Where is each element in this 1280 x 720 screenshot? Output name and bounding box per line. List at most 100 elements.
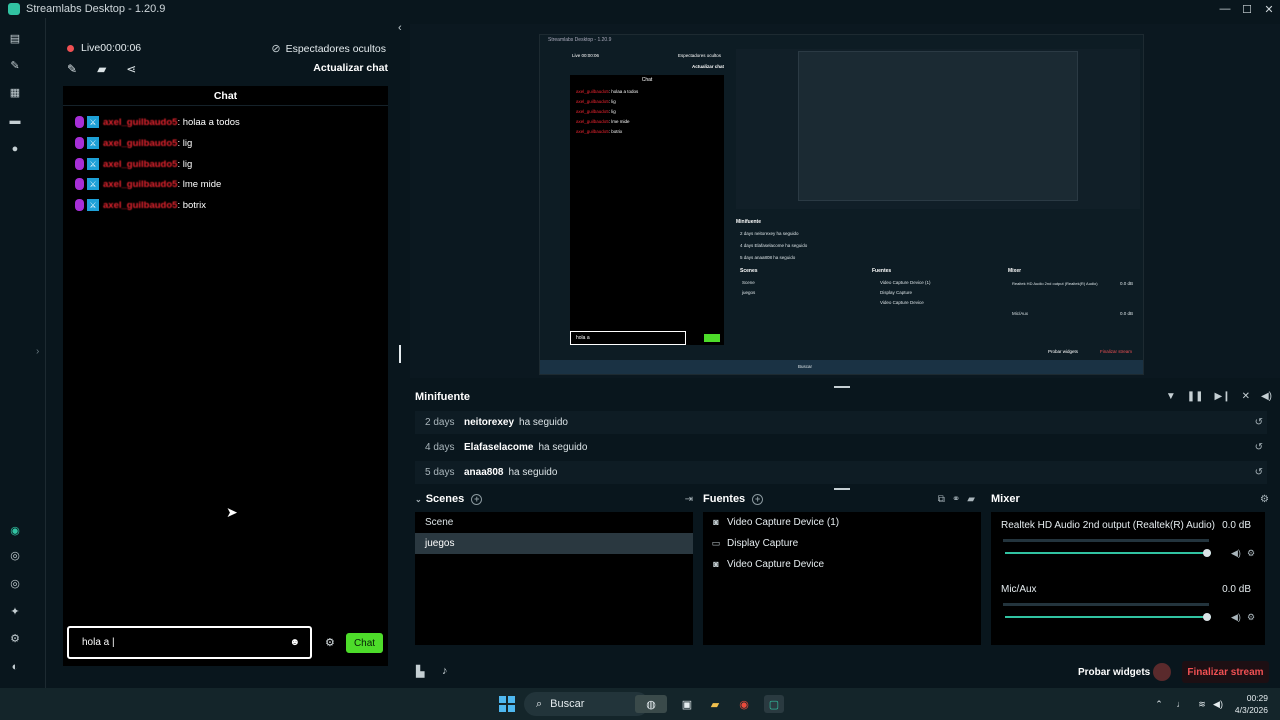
record-button[interactable]	[1153, 663, 1171, 681]
expand-chevron-icon[interactable]: ›	[36, 346, 39, 357]
speaker-icon[interactable]: ◀)	[1231, 548, 1241, 559]
event-action: ha seguido	[508, 467, 558, 478]
minifuente-title: Minifuente	[415, 391, 470, 403]
live-timer: 00:00:06	[100, 42, 142, 54]
chat-username[interactable]: axel_guilbaudo5	[103, 179, 177, 190]
themes-icon[interactable]: ✎	[9, 59, 21, 72]
skip-icon[interactable]: ▶❙	[1215, 391, 1231, 402]
collapse-chevron-icon[interactable]: ‹	[398, 22, 402, 34]
viewers-toggle[interactable]: ⊘ Espectadores ocultos	[271, 42, 386, 56]
source-item[interactable]: ◙ Video Capture Device	[703, 554, 981, 575]
store-icon[interactable]: ▦	[9, 86, 21, 99]
scene-item[interactable]: Scene	[415, 512, 693, 533]
stats-icon[interactable]: ▙	[416, 665, 424, 678]
tray-chevron-icon[interactable]: ⌃	[1153, 695, 1165, 713]
title-bar: Streamlabs Desktop - 1.20.9 — ☐ ✕	[0, 0, 1280, 18]
source-label: Video Capture Device	[727, 559, 825, 570]
mini-message: axel_guilbaudo5: lme mide	[576, 119, 630, 124]
widgets-icon[interactable]: ◍	[635, 695, 667, 713]
chrome-icon[interactable]: ◉	[735, 695, 753, 713]
volume-slider-knob[interactable]	[1203, 549, 1211, 557]
taskbar-search-label: Buscar	[550, 698, 585, 710]
volume-slider[interactable]	[1005, 616, 1211, 618]
volume-slider[interactable]	[1005, 552, 1211, 554]
volume-icon[interactable]: ◀)	[1261, 391, 1272, 402]
chat-send-button[interactable]: Chat	[346, 633, 383, 653]
media-icon[interactable]: ▬	[9, 115, 21, 127]
chat-settings-gear-icon[interactable]: ⚙	[325, 636, 335, 649]
editor-icon[interactable]: ▤	[9, 32, 21, 45]
microphone-icon[interactable]: ♩	[1175, 695, 1187, 713]
dashboard-icon[interactable]: ◉	[9, 524, 21, 537]
mixer-settings-icon[interactable]: ⚙	[1260, 494, 1269, 505]
panel-resize-handle[interactable]	[399, 345, 401, 363]
cloudbot-icon[interactable]: ◎	[9, 577, 21, 590]
highlighter-icon[interactable]: ✦	[9, 605, 21, 618]
chat-username[interactable]: axel_guilbaudo5	[103, 200, 177, 211]
scene-item[interactable]: juegos	[415, 533, 693, 554]
mini-mix-channel: Realtek HD Audio 2nd output (Realtek(R) …	[1012, 281, 1098, 286]
source-item[interactable]: ◙ Video Capture Device (1)	[703, 512, 981, 533]
start-button[interactable]	[499, 695, 515, 713]
source-item[interactable]: ▭ Display Capture	[703, 533, 981, 554]
mixer-dock: Mixer ⚙ Realtek HD Audio 2nd output (Rea…	[991, 490, 1273, 645]
mini-nested-preview	[798, 51, 1078, 201]
mini-event: 4 days Elafaselacome ha seguido	[740, 243, 808, 248]
edit-icon[interactable]: ✎	[67, 62, 77, 76]
streamlabs-taskbar-icon[interactable]: ▢	[764, 695, 784, 713]
taskbar-search[interactable]: ⌕ Buscar	[524, 692, 649, 716]
volume-tray-icon[interactable]: ◀)	[1212, 695, 1224, 713]
settings-icon[interactable]: ⚙	[9, 632, 21, 645]
notifications-bell-icon[interactable]: ♪	[442, 665, 448, 677]
live-dot-icon	[67, 44, 74, 52]
repeat-alert-icon[interactable]: ↺	[1255, 417, 1263, 428]
source-filter-icon[interactable]: ⚭	[952, 494, 960, 505]
source-layer-icon[interactable]: ⧉	[938, 494, 945, 505]
emoji-icon[interactable]: ☻	[289, 637, 300, 648]
pause-icon[interactable]: ❚❚	[1187, 391, 1204, 402]
test-widgets-button[interactable]: Probar widgets	[1078, 667, 1150, 678]
wifi-icon[interactable]: ≋	[1196, 695, 1208, 713]
collapse-arrow-icon[interactable]: ⌄	[415, 495, 422, 504]
refresh-chat-button[interactable]: Actualizar chat	[313, 62, 388, 74]
windows-taskbar: ⌕ Buscar ◍ ▣ ▰ ◉ ▢ ⌃ ♩ ≋ ◀) 00:29 4/3/20…	[0, 688, 1280, 720]
file-explorer-icon[interactable]: ▰	[706, 695, 724, 713]
record-icon[interactable]: ●	[9, 143, 21, 155]
mini-username: axel_guilbaudo5	[576, 109, 609, 114]
scene-transitions-icon[interactable]: ⇥	[685, 494, 693, 505]
event-user: anaa808	[464, 467, 504, 478]
repeat-alert-icon[interactable]: ↺	[1255, 467, 1263, 478]
source-label: Display Capture	[727, 538, 799, 549]
prime-icon[interactable]: ◎	[9, 549, 21, 562]
task-view-icon[interactable]: ▣	[678, 695, 696, 713]
add-source-icon[interactable]: +	[752, 493, 764, 505]
mod-badge-icon: ⚔	[87, 137, 99, 149]
end-stream-button[interactable]: Finalizar stream	[1182, 661, 1269, 683]
chat-input[interactable]: hola a | ☻	[67, 626, 312, 659]
speaker-icon[interactable]: ◀)	[1231, 612, 1241, 623]
event-row: 2 days neitorexey ha seguido ↺	[415, 411, 1267, 434]
repeat-alert-icon[interactable]: ↺	[1255, 442, 1263, 453]
channel-settings-icon[interactable]: ⚙	[1247, 548, 1255, 559]
chat-username[interactable]: axel_guilbaudo5	[103, 138, 177, 149]
mini-event: 5 days anaa808 ha seguido	[740, 255, 796, 260]
chat-username[interactable]: axel_guilbaudo5	[103, 117, 177, 128]
share-icon[interactable]: ⋖	[126, 62, 136, 76]
folder-icon[interactable]: ▰	[97, 62, 106, 76]
taskbar-clock[interactable]: 00:29 4/3/2026	[1235, 692, 1268, 716]
mini-message: axel_guilbaudo5: lig	[576, 99, 616, 104]
window-controls: — ☐ ✕	[1214, 0, 1280, 18]
channel-settings-icon[interactable]: ⚙	[1247, 612, 1255, 623]
maximize-button[interactable]: ☐	[1236, 0, 1258, 18]
mute-alerts-icon[interactable]: ✕	[1242, 391, 1250, 402]
close-button[interactable]: ✕	[1258, 0, 1280, 18]
source-folder-icon[interactable]: ▰	[967, 494, 975, 505]
mini-message-text: : lig	[608, 109, 616, 114]
volume-slider-knob[interactable]	[1203, 613, 1211, 621]
minimize-button[interactable]: —	[1214, 0, 1236, 18]
profile-icon[interactable]: ◐	[9, 661, 21, 673]
mixer-header: Mixer	[991, 493, 1020, 505]
filter-icon[interactable]: ▼	[1166, 391, 1176, 402]
add-scene-icon[interactable]: +	[471, 493, 483, 505]
chat-username[interactable]: axel_guilbaudo5	[103, 159, 177, 170]
